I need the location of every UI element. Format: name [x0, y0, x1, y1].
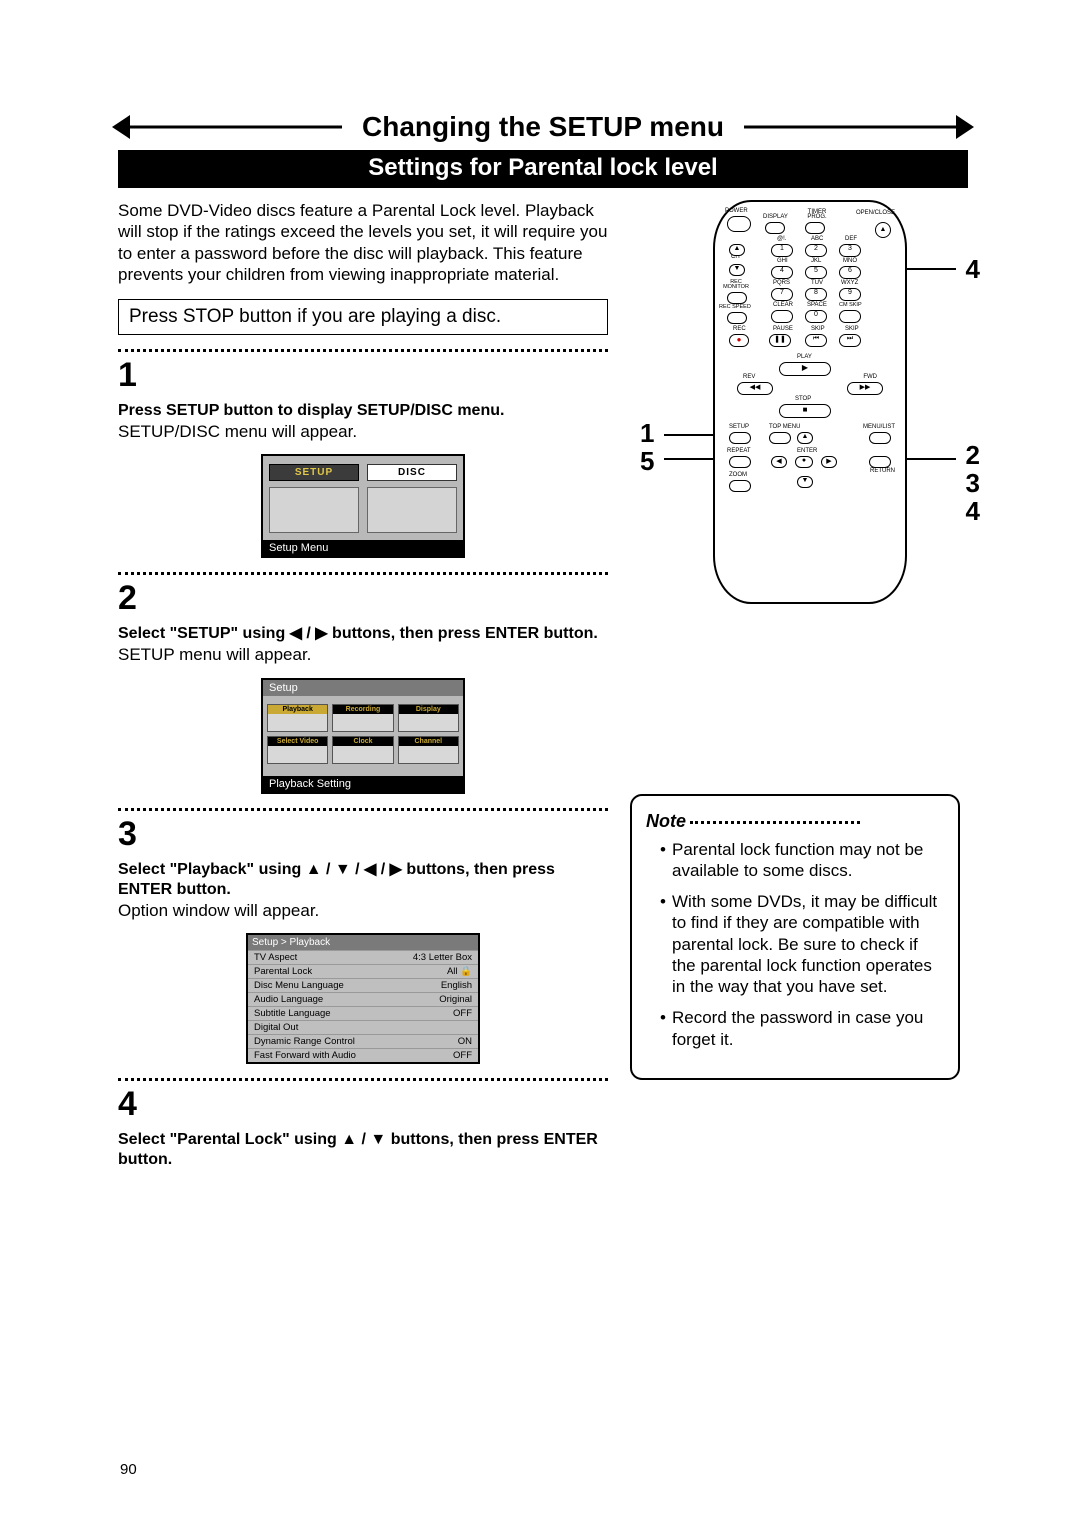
divider	[118, 349, 608, 352]
stop-instruction-box: Press STOP button if you are playing a d…	[118, 299, 608, 335]
step-1-heading: Press SETUP button to display SETUP/DISC…	[118, 401, 608, 421]
callout-1: 1	[640, 418, 654, 449]
callout-5: 5	[640, 446, 654, 477]
callout-2: 2	[966, 440, 980, 471]
step-2-text: SETUP menu will appear.	[118, 644, 608, 665]
divider	[118, 808, 608, 811]
setup-tab: SETUP	[269, 464, 359, 481]
step-2-heading: Select "SETUP" using ◀ / ▶ buttons, then…	[118, 624, 608, 644]
disc-tab: DISC	[367, 464, 457, 481]
step-4-number: 4	[118, 1085, 608, 1124]
intro-text: Some DVD-Video discs feature a Parental …	[118, 200, 608, 285]
step-3-text: Option window will appear.	[118, 900, 608, 921]
step-4-heading: Select "Parental Lock" using ▲ / ▼ butto…	[118, 1130, 608, 1170]
power-label: POWER	[725, 208, 748, 214]
divider	[118, 572, 608, 575]
step-1-number: 1	[118, 356, 608, 395]
page-title: Changing the SETUP menu	[342, 110, 744, 144]
setup-disc-screenshot: SETUP DISC Setup Menu	[261, 454, 465, 558]
callout-4-bot: 4	[966, 496, 980, 527]
remote-diagram: POWER DISPLAY TIMER PROG. OPEN/CLOSE ▲ @…	[670, 200, 950, 604]
setup-grid-screenshot: Setup Playback Recording Display Select …	[261, 678, 465, 794]
note-item: With some DVDs, it may be difficult to f…	[660, 891, 944, 997]
step-2-number: 2	[118, 579, 608, 618]
note-box: Note Parental lock function may not be a…	[630, 794, 960, 1080]
section-subtitle: Settings for Parental lock level	[118, 150, 968, 188]
title-banner: Changing the SETUP menu	[118, 110, 968, 144]
divider	[118, 1078, 608, 1081]
note-item: Parental lock function may not be availa…	[660, 839, 944, 882]
playback-options-screenshot: Setup > Playback TV Aspect4:3 Letter Box…	[246, 933, 480, 1064]
step-3-number: 3	[118, 815, 608, 854]
callout-4-top: 4	[966, 254, 980, 285]
note-title: Note	[646, 810, 686, 833]
screenshot-caption: Setup Menu	[263, 540, 463, 556]
page-number: 90	[120, 1461, 137, 1478]
note-item: Record the password in case you forget i…	[660, 1007, 944, 1050]
step-3-heading: Select "Playback" using ▲ / ▼ / ◀ / ▶ bu…	[118, 860, 608, 900]
step-1-text: SETUP/DISC menu will appear.	[118, 421, 608, 442]
callout-3: 3	[966, 468, 980, 499]
